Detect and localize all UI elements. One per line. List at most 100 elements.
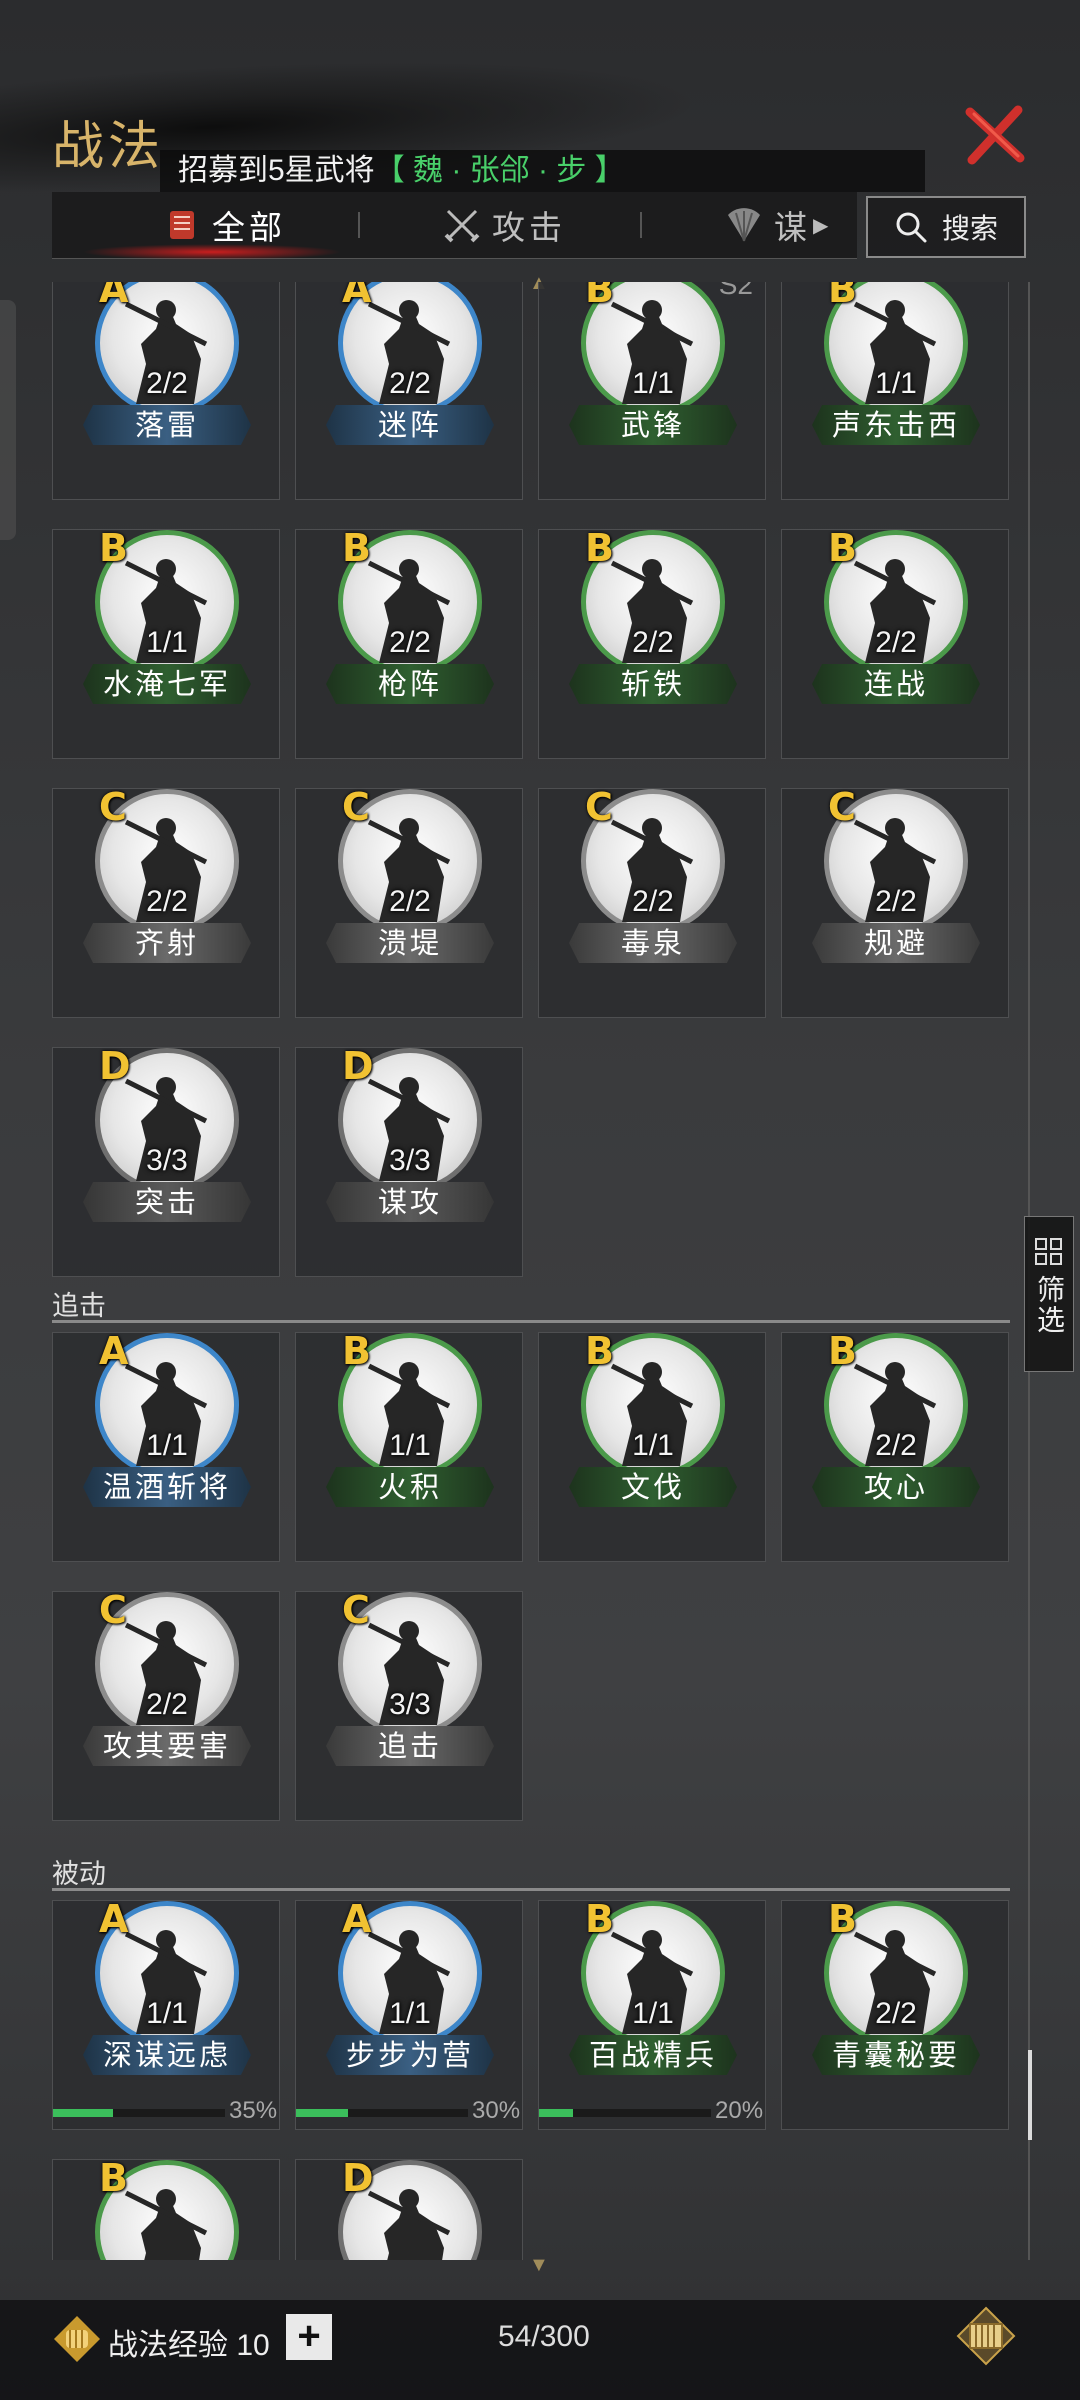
side-drawer-handle[interactable]: [0, 300, 16, 540]
skill-capacity: 54/300: [498, 2320, 590, 2353]
skill-grade: C: [342, 1588, 370, 1632]
skill-name: 深谋远虑: [83, 2035, 251, 2075]
skill-grade: A: [99, 282, 129, 311]
skill-name: 水淹七军: [83, 664, 251, 704]
tab-attack[interactable]: 攻击: [442, 192, 566, 258]
skill-name: 齐射: [83, 923, 251, 963]
skill-name: 声东击西: [812, 405, 980, 445]
skill-name: 追击: [326, 1726, 494, 1766]
skill-grade: A: [99, 1897, 129, 1941]
skill-count: 1/1: [389, 1429, 431, 1462]
skill-name: 溃堤: [326, 923, 494, 963]
ticker-text: 招募到5星武将: [178, 154, 375, 187]
skill-count: 1/1: [389, 1997, 431, 2030]
search-icon: [896, 212, 927, 243]
skill-card[interactable]: A 1/1 温酒斩将: [52, 1329, 280, 1562]
scrollbar-thumb[interactable]: [1028, 2050, 1032, 2140]
skill-grade: A: [342, 1897, 372, 1941]
skill-name: 百战精兵: [569, 2035, 737, 2075]
skill-card[interactable]: A 2/2 迷阵: [295, 282, 523, 500]
skill-name: 青囊秘要: [812, 2035, 980, 2075]
skill-card[interactable]: A 2/2 落雷: [52, 282, 280, 500]
skill-count: 2/2: [632, 626, 674, 659]
skill-count: 3/3: [146, 1144, 188, 1177]
skill-list[interactable]: A 2/2 落雷 A 2/2 迷阵 B S2 1/1 武锋 B 1/1 声东击西 B 1/1 水淹七军 B 2/2…: [40, 282, 1020, 2260]
progress-label: 35%: [229, 2097, 278, 2124]
search-button[interactable]: 搜索: [866, 196, 1026, 258]
tab-more-arrow-icon[interactable]: ▶: [813, 213, 832, 238]
skill-card[interactable]: B 2/2 青囊秘要: [781, 1897, 1009, 2130]
skill-card[interactable]: B 2/2 斩铁: [538, 526, 766, 759]
skill-name: 枪阵: [326, 664, 494, 704]
skill-grade: B: [342, 1329, 371, 1373]
skill-grade: A: [342, 282, 372, 311]
skill-count: 2/2: [146, 885, 188, 918]
ticker-highlight: 【 魏 · 张郃 · 步 】: [374, 154, 625, 187]
skill-card[interactable]: C 2/2 溃堤: [295, 785, 523, 1018]
skill-name: 文伐: [569, 1467, 737, 1507]
skill-grade: B: [99, 526, 128, 570]
skill-count: 1/1: [146, 1997, 188, 2030]
skill-count: 1/1: [632, 1997, 674, 2030]
skill-card[interactable]: C 2/2 规避: [781, 785, 1009, 1018]
skill-name: 斩铁: [569, 664, 737, 704]
skill-card[interactable]: C 3/3 追击: [295, 1588, 523, 1821]
skill-name: 连战: [812, 664, 980, 704]
section-title-passive: 被动: [52, 1859, 106, 1889]
skill-card[interactable]: B 2/2 攻心: [781, 1329, 1009, 1562]
skill-card[interactable]: C 2/2 毒泉: [538, 785, 766, 1018]
skill-name: 武锋: [569, 405, 737, 445]
skill-card[interactable]: B 1/1 百战精兵 20%: [538, 1897, 766, 2130]
tab-attack-label: 攻击: [492, 209, 566, 246]
skill-card[interactable]: B 1/1 火积: [295, 1329, 523, 1562]
close-icon[interactable]: [960, 100, 1030, 170]
progress-fill: [53, 2109, 114, 2117]
skill-card[interactable]: C 2/2 齐射: [52, 785, 280, 1018]
skill-card[interactable]: D: [295, 2156, 523, 2260]
skill-card[interactable]: D 3/3 谋攻: [295, 1044, 523, 1277]
skill-grade: D: [342, 1044, 374, 1088]
skill-name: 迷阵: [326, 405, 494, 445]
skill-card[interactable]: A 1/1 深谋远虑 35%: [52, 1897, 280, 2130]
skill-card[interactable]: B: [52, 2156, 280, 2260]
skill-name: 攻其要害: [83, 1726, 251, 1766]
skill-count: 2/2: [389, 367, 431, 400]
tab-strategy[interactable]: 谋 ▶: [724, 192, 832, 258]
section-divider: [52, 1320, 1010, 1323]
skill-grade: B: [828, 282, 857, 311]
skill-count: 3/3: [389, 1144, 431, 1177]
tab-bar: 全部 攻击 谋 ▶: [52, 192, 857, 260]
progress-fill: [539, 2109, 574, 2117]
skill-card[interactable]: B 2/2 枪阵: [295, 526, 523, 759]
progress-label: 20%: [715, 2097, 764, 2124]
tab-all[interactable]: 全部: [162, 192, 286, 258]
tab-all-label: 全部: [212, 209, 286, 246]
skill-name: 火积: [326, 1467, 494, 1507]
skill-card[interactable]: B 1/1 声东击西: [781, 282, 1009, 500]
skill-count: 2/2: [389, 626, 431, 659]
skill-grade: C: [342, 785, 370, 829]
skill-count: 2/2: [146, 367, 188, 400]
tab-divider: [358, 212, 360, 238]
skill-card[interactable]: B 2/2 连战: [781, 526, 1009, 759]
scroll-down-indicator-icon: ▼: [529, 2254, 549, 2276]
skill-card[interactable]: B 1/1 水淹七军: [52, 526, 280, 759]
add-exp-button[interactable]: +: [286, 2314, 332, 2360]
skill-name: 规避: [812, 923, 980, 963]
scroll-storage-icon[interactable]: [956, 2306, 1016, 2366]
experience-fist-icon: [54, 2316, 100, 2362]
season-tag: S2: [718, 282, 753, 300]
filter-button[interactable]: 筛选: [1024, 1216, 1074, 1372]
skill-count: 1/1: [146, 626, 188, 659]
skill-card[interactable]: B 1/1 文伐: [538, 1329, 766, 1562]
skill-count: 2/2: [875, 1429, 917, 1462]
skill-card[interactable]: A 1/1 步步为营 30%: [295, 1897, 523, 2130]
section-divider: [52, 1888, 1010, 1891]
skill-card[interactable]: D 3/3 突击: [52, 1044, 280, 1277]
skill-grade: C: [99, 785, 127, 829]
skill-card[interactable]: C 2/2 攻其要害: [52, 1588, 280, 1821]
skill-name: 毒泉: [569, 923, 737, 963]
skill-card[interactable]: B S2 1/1 武锋: [538, 282, 766, 500]
exp-label: 战法经验 10: [108, 2329, 270, 2362]
filter-label: 筛选: [1034, 1275, 1065, 1335]
